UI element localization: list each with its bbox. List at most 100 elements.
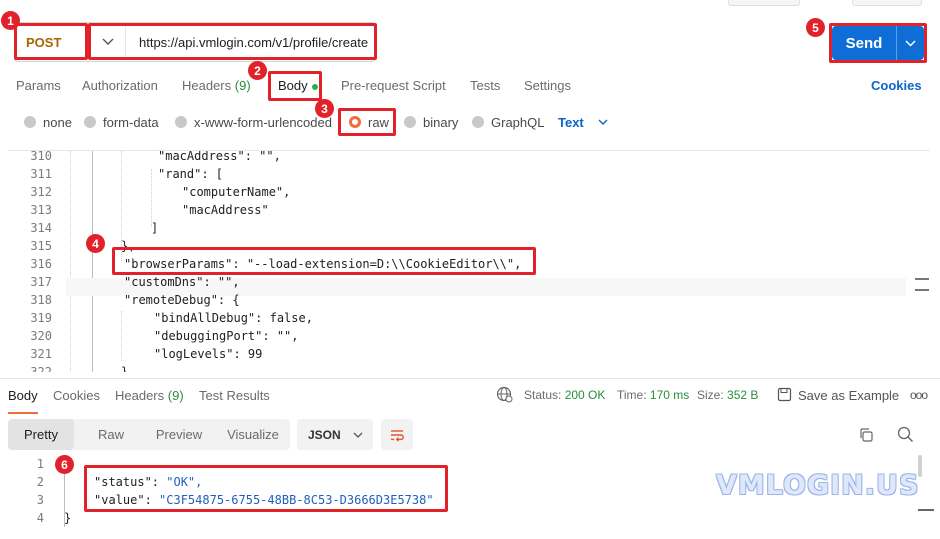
tab-body[interactable]: Body bbox=[278, 78, 318, 96]
time-value: 170 ms bbox=[649, 388, 690, 402]
radio-form-data[interactable]: form-data bbox=[84, 114, 159, 130]
send-button[interactable]: Send bbox=[832, 26, 924, 60]
time-label: Time: bbox=[617, 388, 647, 402]
code-line: "macAddress" bbox=[182, 203, 269, 217]
indent-guide bbox=[70, 151, 71, 372]
tab-headers-label: Headers bbox=[182, 78, 232, 93]
wrap-icon bbox=[391, 429, 404, 442]
line-number: 310 bbox=[30, 150, 52, 163]
line-number: 315 bbox=[30, 239, 52, 253]
response-tab-test-results[interactable]: Test Results bbox=[199, 388, 270, 404]
send-label: Send bbox=[845, 34, 883, 52]
tab-authorization[interactable]: Authorization bbox=[82, 78, 158, 96]
json-key: "value" bbox=[94, 493, 145, 507]
url-input[interactable]: https://api.vmlogin.com/v1/profile/creat… bbox=[139, 24, 368, 60]
size-label: Size: bbox=[697, 388, 724, 402]
view-pretty[interactable]: Pretty bbox=[8, 419, 74, 450]
tab-body-label: Body bbox=[278, 78, 308, 93]
wrap-lines-button[interactable] bbox=[381, 419, 413, 450]
radio-raw-circle bbox=[349, 116, 361, 128]
code-line: "logLevels": 99 bbox=[154, 347, 263, 361]
more-options-button[interactable]: ooo bbox=[910, 388, 928, 404]
body-indicator-dot bbox=[311, 83, 318, 90]
response-tab-cookies[interactable]: Cookies bbox=[53, 388, 100, 404]
annotation-badge-5: 5 bbox=[806, 18, 825, 37]
code-line: "remoteDebug": { bbox=[124, 293, 240, 307]
response-scroll-marker bbox=[918, 509, 934, 511]
radio-urlencoded[interactable]: x-www-form-urlencoded bbox=[175, 114, 332, 130]
chevron-down-icon bbox=[102, 38, 114, 45]
response-tab-body[interactable]: Body bbox=[8, 388, 38, 414]
annotation-badge-1: 1 bbox=[1, 11, 20, 30]
radio-none-label: none bbox=[43, 114, 72, 130]
json-line-status: "status": "OK", bbox=[94, 475, 203, 489]
code-line: ] bbox=[151, 221, 159, 235]
response-view-toggle: Pretty Raw Preview Visualize bbox=[8, 419, 290, 450]
line-number: 3 bbox=[36, 493, 44, 507]
response-tab-headers[interactable]: Headers (9) bbox=[115, 388, 184, 404]
response-format-label: JSON bbox=[308, 427, 341, 442]
radio-urlencoded-circle bbox=[175, 116, 187, 128]
method-label: POST bbox=[26, 34, 62, 50]
radio-binary-circle bbox=[404, 116, 416, 128]
json-close-brace: } bbox=[64, 511, 72, 525]
line-number: 314 bbox=[30, 221, 52, 235]
line-number: 317 bbox=[30, 275, 52, 289]
annotation-badge-4: 4 bbox=[86, 234, 105, 253]
code-line: }, bbox=[121, 239, 136, 253]
response-tab-headers-label: Headers bbox=[115, 388, 165, 403]
status-label: Status: bbox=[524, 388, 562, 402]
annotation-badge-3: 3 bbox=[315, 99, 334, 118]
watermark-text: VMLOGIN.US bbox=[716, 470, 920, 501]
code-line: "debuggingPort": "", bbox=[154, 329, 299, 343]
chevron-down-icon bbox=[905, 39, 916, 47]
tab-pre-request-script[interactable]: Pre-request Script bbox=[341, 78, 446, 96]
radio-raw[interactable]: raw bbox=[349, 114, 389, 130]
radio-none[interactable]: none bbox=[24, 114, 72, 130]
tab-params[interactable]: Params bbox=[16, 78, 61, 96]
radio-binary[interactable]: binary bbox=[404, 114, 458, 130]
request-body-editor[interactable]: 310 "macAddress": "", 311 "rand": [ 312 … bbox=[8, 150, 930, 372]
radio-graphql-circle bbox=[472, 116, 484, 128]
radio-graphql-label: GraphQL bbox=[491, 114, 545, 130]
method-select[interactable]: POST bbox=[16, 24, 88, 60]
raw-format-select[interactable]: Text bbox=[558, 114, 608, 130]
copy-icon[interactable] bbox=[858, 427, 874, 446]
tab-settings[interactable]: Settings bbox=[524, 78, 571, 96]
response-time: Time: 170 ms bbox=[617, 388, 689, 404]
radio-graphql[interactable]: GraphQL bbox=[472, 114, 544, 130]
line-number: 318 bbox=[30, 293, 52, 307]
response-format-select[interactable]: JSON bbox=[297, 419, 373, 450]
indent-guide bbox=[92, 151, 93, 372]
body-tab-underline bbox=[273, 98, 317, 100]
json-line-value: "value": "C3F54875-6755-48BB-8C53-D3666D… bbox=[94, 493, 434, 507]
line-number: 316 bbox=[30, 257, 52, 271]
view-preview[interactable]: Preview bbox=[140, 419, 218, 450]
indent-guide bbox=[121, 311, 122, 361]
line-number: 1 bbox=[36, 457, 44, 471]
cookies-link[interactable]: Cookies bbox=[871, 78, 922, 96]
save-as-example-button[interactable]: Save as Example bbox=[798, 388, 899, 404]
json-value: "C3F54875-6755-48BB-8C53-D3666D3E5738" bbox=[159, 493, 434, 507]
view-visualize[interactable]: Visualize bbox=[218, 419, 288, 450]
tab-headers-count: (9) bbox=[234, 78, 251, 93]
line-number: 321 bbox=[30, 347, 52, 361]
globe-icon[interactable] bbox=[496, 386, 513, 406]
status-value: 200 OK bbox=[564, 388, 606, 402]
radio-form-data-circle bbox=[84, 116, 96, 128]
tab-tests[interactable]: Tests bbox=[470, 78, 500, 96]
search-icon[interactable] bbox=[897, 426, 914, 446]
tab-headers[interactable]: Headers (9) bbox=[182, 78, 251, 96]
method-caret[interactable] bbox=[90, 24, 126, 60]
save-icon[interactable] bbox=[777, 387, 792, 405]
view-raw[interactable]: Raw bbox=[78, 419, 144, 450]
line-number: 320 bbox=[30, 329, 52, 343]
send-options-button[interactable] bbox=[897, 26, 924, 60]
json-key: "status" bbox=[94, 475, 152, 489]
editor-scrollbar-thumb[interactable] bbox=[915, 278, 929, 291]
line-number: 313 bbox=[30, 203, 52, 217]
raw-format-label: Text bbox=[558, 114, 584, 130]
radio-raw-label: raw bbox=[368, 114, 389, 130]
code-line: } bbox=[121, 365, 129, 372]
size-value: 352 B bbox=[727, 388, 759, 402]
